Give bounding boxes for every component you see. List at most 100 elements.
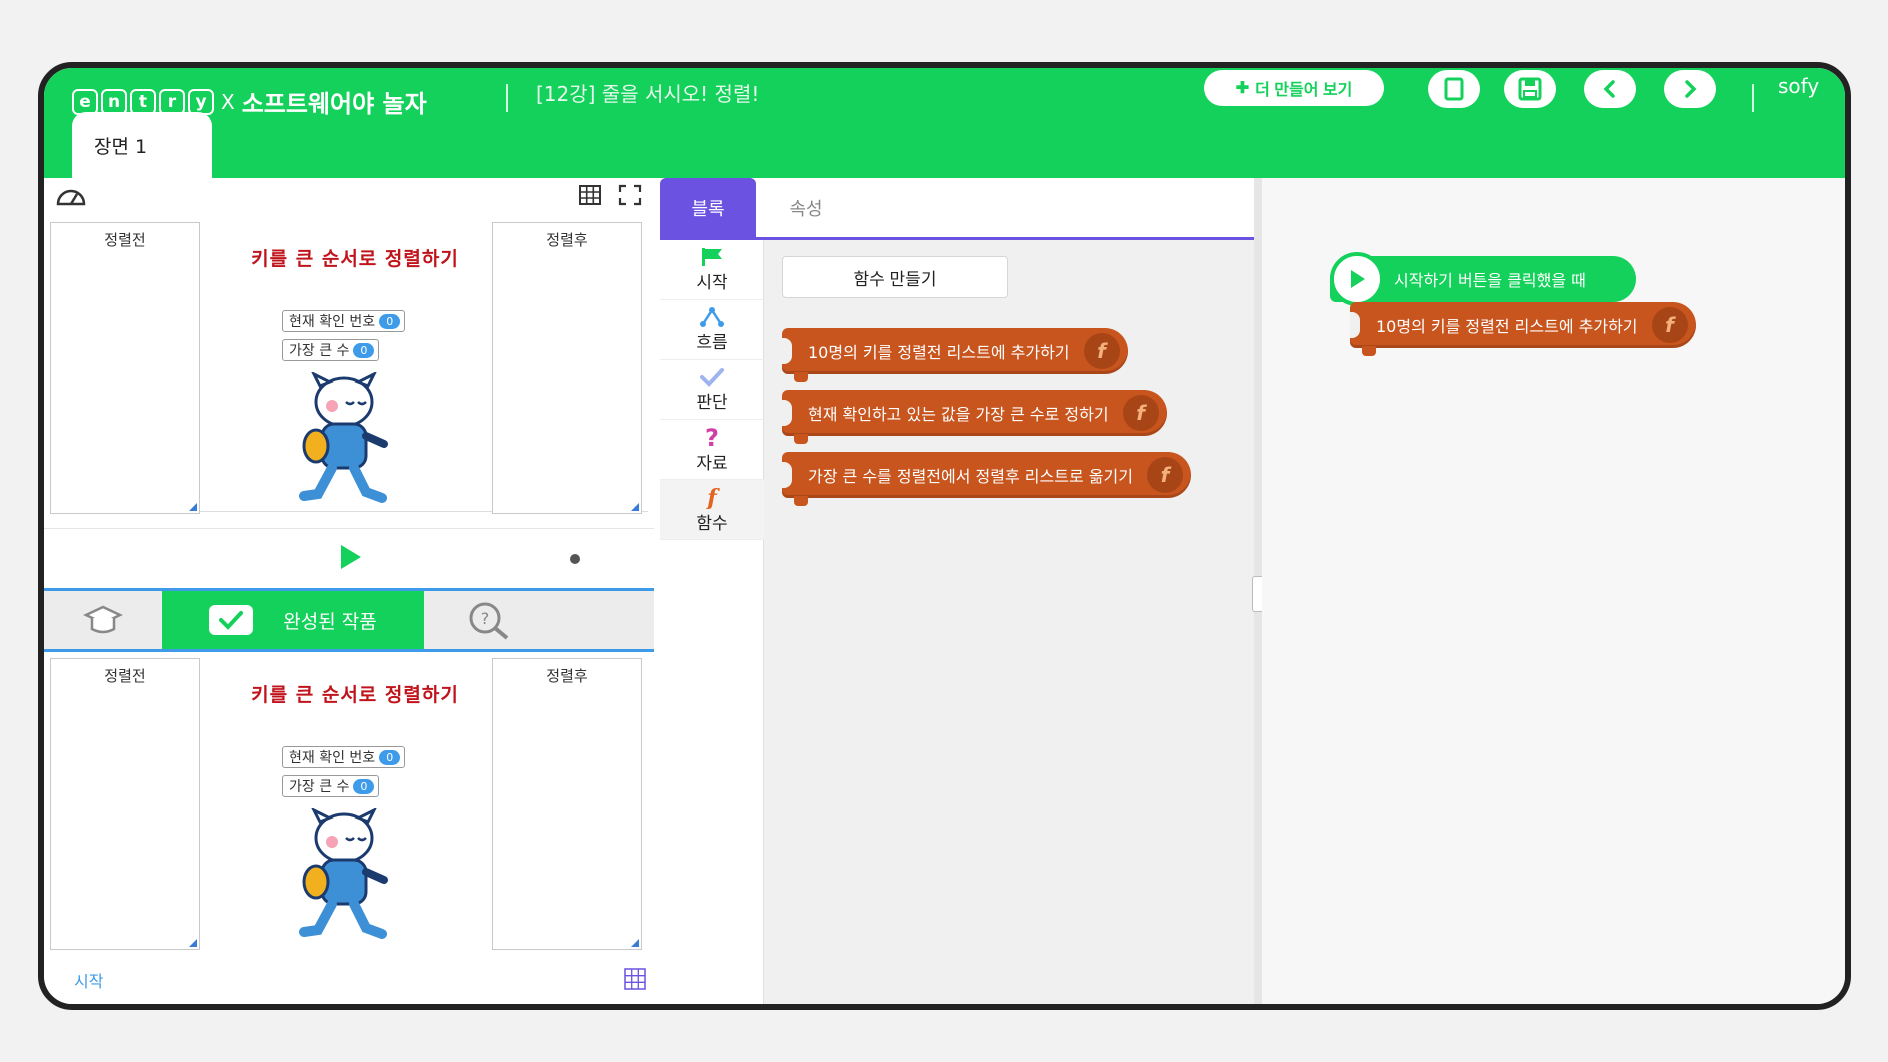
var-max: 가장 큰 수 0 (282, 339, 380, 361)
category-flow[interactable]: 흐름 (660, 300, 764, 360)
function-block[interactable]: 가장 큰 수를 정렬전에서 정렬후 리스트로 옮기기 f (782, 452, 1191, 506)
function-block[interactable]: 현재 확인하고 있는 값을 가장 큰 수로 정하기 f (782, 390, 1167, 444)
list-after: 정렬후 (492, 658, 642, 950)
block-palette: 함수 만들기 10명의 키를 정렬전 리스트에 추가하기 f 현재 확인하고 있… (764, 240, 1254, 1004)
resize-handle-icon[interactable] (631, 939, 639, 947)
block-menu-tabs: 블록 속성 (660, 178, 1254, 240)
stage-preview: 정렬전 키를 큰 순서로 정렬하기 현재 확인 번호 0 가장 큰 수 0 정렬… (50, 220, 648, 514)
category-label: 흐름 (696, 333, 728, 353)
list-after-title: 정렬후 (546, 231, 588, 249)
block-categories: 시작 흐름 판단 ? 자료 f 함수 (660, 240, 764, 1004)
category-label: 판단 (696, 393, 728, 413)
var-label: 가장 큰 수 (289, 343, 350, 359)
var-max: 가장 큰 수 0 (282, 775, 380, 797)
fullscreen-icon[interactable] (618, 184, 642, 210)
svg-text:?: ? (705, 425, 719, 449)
graduation-cap-icon (83, 605, 123, 634)
category-label: 시작 (696, 273, 728, 293)
top-header: e n t r y X 소프트웨어야 놀자 [12강] 줄을 서시오! 정렬! … (44, 68, 1845, 178)
category-start[interactable]: 시작 (660, 240, 764, 300)
function-block[interactable]: 10명의 키를 정렬전 리스트에 추가하기 f (1350, 302, 1696, 356)
make-more-label: 더 만들어 보기 (1255, 82, 1353, 99)
flag-icon (702, 248, 722, 266)
completed-stage-preview: 정렬전 키를 큰 순서로 정렬하기 현재 확인 번호 0 가장 큰 수 0 정렬… (50, 656, 648, 950)
stage-panel: 정렬전 키를 큰 순서로 정렬하기 현재 확인 번호 0 가장 큰 수 0 정렬… (44, 178, 654, 1004)
start-link[interactable]: 시작 (74, 968, 103, 992)
header-divider (506, 84, 508, 112)
var-value: 0 (379, 749, 401, 765)
play-icon (1330, 252, 1384, 306)
lesson-title: [12강] 줄을 서시오! 정렬! (536, 82, 760, 106)
category-function[interactable]: f 함수 (660, 480, 764, 540)
new-file-button[interactable] (1428, 70, 1480, 108)
function-icon: f (1651, 307, 1688, 343)
list-before-title: 정렬전 (104, 231, 146, 249)
make-function-button[interactable]: 함수 만들기 (782, 256, 1008, 298)
function-icon: f (1083, 333, 1120, 369)
checkmark-icon (209, 605, 254, 635)
logo-letter: e (72, 88, 98, 115)
mascot-character (299, 372, 388, 503)
chevron-left-icon (1603, 80, 1615, 98)
var-label: 현재 확인 번호 (289, 314, 376, 330)
function-icon: f (1122, 395, 1159, 431)
question-icon: ? (705, 425, 719, 449)
logo-x: X (221, 89, 235, 114)
save-button[interactable] (1504, 70, 1556, 108)
tab-attributes[interactable]: 속성 (756, 178, 856, 238)
resize-handle-icon[interactable] (189, 503, 197, 511)
header-divider (1752, 84, 1754, 112)
tab-completed-label: 완성된 작품 (283, 610, 377, 633)
chevron-right-icon (1685, 80, 1697, 98)
function-block-label: 10명의 키를 정렬전 리스트에 추가하기 (1376, 317, 1638, 336)
list-after: 정렬후 (492, 222, 642, 514)
function-block-label: 가장 큰 수를 정렬전에서 정렬후 리스트로 옮기기 (808, 467, 1133, 486)
save-icon (1518, 77, 1542, 101)
resize-handle-icon[interactable] (189, 939, 197, 947)
var-current-index: 현재 확인 번호 0 (282, 746, 406, 768)
plus-icon: ✚ (1235, 80, 1250, 97)
function-icon: f (1146, 457, 1183, 493)
tab-search[interactable]: ? (424, 591, 554, 649)
function-block[interactable]: 10명의 키를 정렬전 리스트에 추가하기 f (782, 328, 1128, 382)
tab-hint[interactable] (44, 591, 162, 649)
grid-icon[interactable] (624, 968, 646, 990)
category-label: 함수 (696, 514, 728, 534)
var-label: 현재 확인 번호 (289, 750, 376, 766)
list-after-title: 정렬후 (546, 667, 588, 685)
username[interactable]: sofy (1778, 74, 1819, 98)
function-block-label: 현재 확인하고 있는 값을 가장 큰 수로 정하기 (808, 405, 1109, 424)
stage-title: 키를 큰 순서로 정렬하기 (251, 248, 459, 270)
scene-tab-label: 장면 1 (94, 135, 148, 158)
code-workspace[interactable]: 시작하기 버튼을 클릭했을 때 10명의 키를 정렬전 리스트에 추가하기 f (1262, 178, 1845, 1004)
check-icon (700, 368, 724, 387)
stage-toolbar (44, 178, 654, 214)
grid-view-icon[interactable] (578, 184, 602, 210)
category-data[interactable]: ? 자료 (660, 420, 764, 480)
make-more-button[interactable]: ✚ 더 만들어 보기 (1204, 70, 1384, 106)
category-judgment[interactable]: 판단 (660, 360, 764, 420)
var-value: 0 (379, 313, 401, 329)
mascot-character (299, 808, 388, 939)
resize-handle-icon[interactable] (631, 503, 639, 511)
tab-completed-work[interactable]: 완성된 작품 (162, 591, 424, 649)
logo-letter: r (159, 88, 185, 115)
panel-splitter[interactable] (1252, 178, 1266, 1004)
svg-text:f: f (705, 485, 720, 509)
list-before: 정렬전 (50, 658, 200, 950)
redo-button[interactable] (1664, 70, 1716, 108)
tab-blocks[interactable]: 블록 (660, 178, 756, 238)
speed-gauge-icon[interactable] (54, 184, 88, 212)
logo-brand: 소프트웨어야 놀자 (241, 90, 427, 118)
undo-button[interactable] (1584, 70, 1636, 108)
when-start-clicked-block[interactable]: 시작하기 버튼을 클릭했을 때 (1330, 252, 1636, 306)
example-tabbar: 완성된 작품 ? (44, 588, 654, 652)
run-bar (44, 528, 654, 584)
function-icon: f (705, 485, 720, 509)
start-block-label: 시작하기 버튼을 클릭했을 때 (1394, 271, 1586, 290)
var-value: 0 (353, 342, 375, 358)
play-icon[interactable] (336, 543, 364, 571)
scene-tab[interactable]: 장면 1 (72, 112, 212, 178)
logo-letter: n (101, 88, 127, 115)
function-block-label: 10명의 키를 정렬전 리스트에 추가하기 (808, 343, 1070, 362)
